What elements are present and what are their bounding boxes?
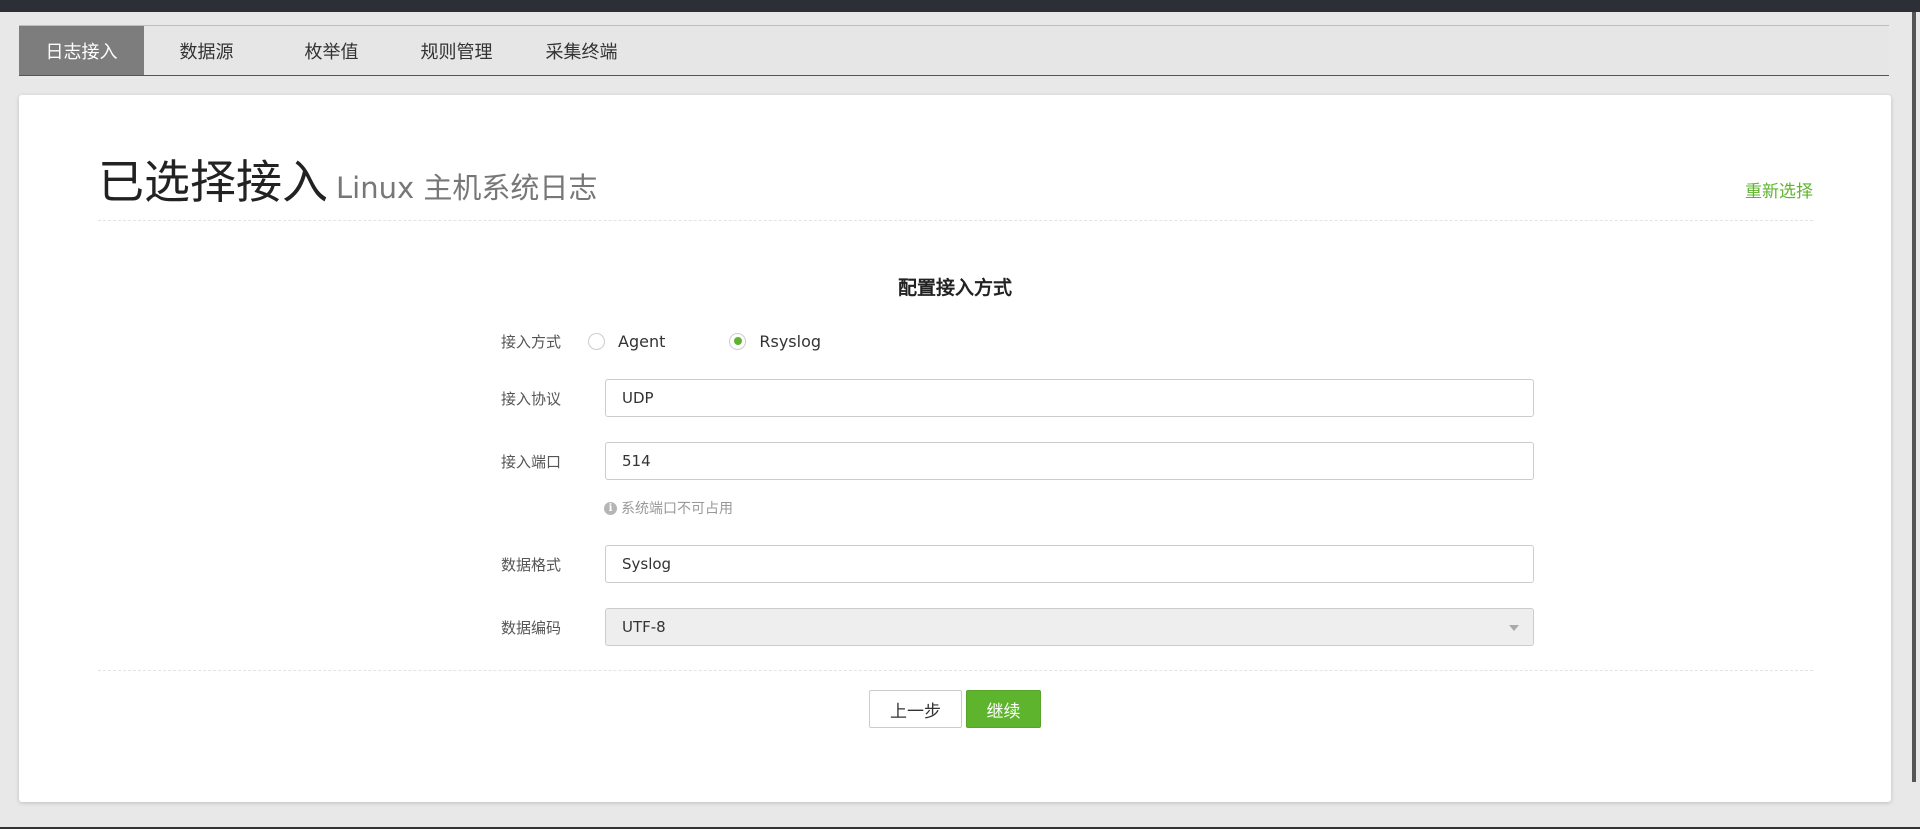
page-title-text: 已选择接入 [98,155,328,209]
method-radio-group: Agent Rsyslog [588,332,821,351]
page-header: 已选择接入 Linux 主机系统日志 重新选择 [98,141,1813,221]
main-tabs: 日志接入 数据源 枚举值 规则管理 采集终端 [19,25,1889,76]
prev-button[interactable]: 上一步 [869,690,962,728]
protocol-field[interactable]: UDP [605,379,1534,417]
footer-divider [98,670,1813,671]
port-hint-text: 系统端口不可占用 [621,501,733,517]
page-title: 已选择接入 Linux 主机系统日志 [98,141,597,229]
port-row: 接入端口 514 [501,442,1534,480]
method-label: 接入方式 [501,332,562,351]
scrollbar-thumb[interactable] [1912,12,1916,782]
format-row: 数据格式 Syslog [501,545,1534,583]
encoding-value: UTF-8 [622,618,666,636]
port-hint: i 系统端口不可占用 [604,498,733,518]
port-label: 接入端口 [501,452,562,471]
port-field[interactable]: 514 [605,442,1534,480]
config-card: 已选择接入 Linux 主机系统日志 重新选择 配置接入方式 接入方式 Agent… [19,95,1891,802]
tab-collection-terminal[interactable]: 采集终端 [519,26,644,75]
page-subtitle: Linux 主机系统日志 [336,171,598,205]
reselect-link[interactable]: 重新选择 [1745,177,1813,202]
tab-enum-values[interactable]: 枚举值 [269,26,394,75]
tab-data-source[interactable]: 数据源 [144,26,269,75]
protocol-label: 接入协议 [501,389,562,408]
window-top-bar [0,0,1920,12]
chevron-down-icon [1509,625,1519,631]
tab-rule-management[interactable]: 规则管理 [394,26,519,75]
info-icon: i [604,501,617,515]
continue-button[interactable]: 继续 [966,690,1041,728]
protocol-row: 接入协议 UDP [501,379,1534,417]
rsyslog-radio-label[interactable]: Rsyslog [759,332,821,351]
encoding-select[interactable]: UTF-8 [605,608,1534,646]
encoding-row: 数据编码 UTF-8 [501,608,1534,646]
agent-radio[interactable] [588,332,605,350]
format-label: 数据格式 [501,555,562,574]
format-field[interactable]: Syslog [605,545,1534,583]
agent-radio-label[interactable]: Agent [618,332,665,351]
tab-log-ingestion[interactable]: 日志接入 [19,26,144,75]
section-title: 配置接入方式 [897,277,1012,299]
rsyslog-radio[interactable] [729,332,747,350]
encoding-label: 数据编码 [501,618,562,637]
method-row: 接入方式 Agent Rsyslog [501,331,821,351]
